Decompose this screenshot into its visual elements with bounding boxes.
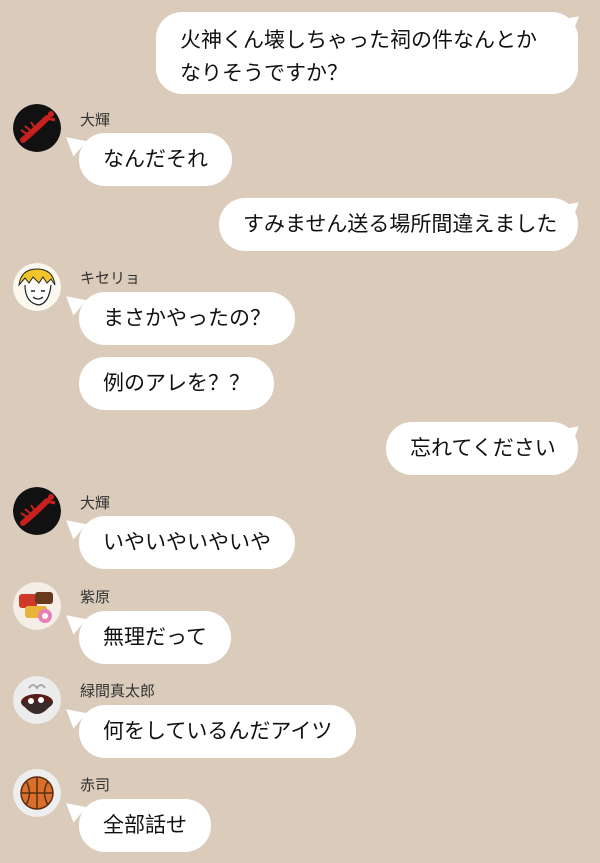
message-text: 忘れてください	[410, 436, 556, 460]
soup-bowl-icon	[13, 676, 61, 724]
snacks-avatar[interactable]	[13, 582, 61, 630]
message-text: なんだそれ	[103, 147, 208, 171]
lobster-icon	[13, 487, 61, 535]
sender-name: 紫原	[80, 588, 111, 606]
received-message-bubble[interactable]: 例のアレを？？	[79, 357, 274, 410]
lobster-avatar[interactable]	[13, 487, 61, 535]
sender-name: 大輝	[80, 111, 111, 129]
received-message-bubble[interactable]: いやいやいやいや	[79, 516, 295, 569]
message-text: 無理だって	[103, 625, 207, 649]
message-text: いやいやいやいや	[103, 530, 271, 554]
blond-person-avatar[interactable]	[13, 263, 61, 311]
basketball-icon	[13, 769, 61, 817]
sent-message-bubble[interactable]: すみません送る場所間違えました	[219, 198, 578, 251]
lobster-icon	[13, 104, 61, 152]
snacks-icon	[13, 582, 61, 630]
received-message-bubble[interactable]: 全部話せ	[79, 799, 211, 852]
lobster-avatar[interactable]	[13, 104, 61, 152]
message-text: 何をしているんだアイツ	[103, 719, 333, 743]
red-bean-soup-avatar[interactable]	[13, 676, 61, 724]
received-message-bubble[interactable]: 無理だって	[79, 611, 231, 664]
sender-name: 赤司	[80, 776, 111, 794]
sender-name: 緑間真太郎	[80, 682, 156, 700]
sender-name: キセリョ	[80, 269, 141, 287]
person-icon	[13, 263, 61, 311]
message-text: 例のアレを？？	[103, 371, 250, 395]
message-text: 全部話せ	[103, 813, 187, 837]
message-text: まさかやったの？	[103, 306, 271, 330]
received-message-bubble[interactable]: 何をしているんだアイツ	[79, 705, 357, 758]
sender-name: 大輝	[80, 494, 111, 512]
message-text: 火神くん壊しちゃった祠の件なんとかなりそうですか？	[180, 28, 537, 85]
received-message-bubble[interactable]: なんだそれ	[79, 133, 232, 186]
basketball-avatar[interactable]	[13, 769, 61, 817]
message-text: すみません送る場所間違えました	[243, 212, 558, 236]
sent-message-bubble[interactable]: 火神くん壊しちゃった祠の件なんとかなりそうですか？	[156, 12, 578, 94]
sent-message-bubble[interactable]: 忘れてください	[386, 422, 578, 475]
received-message-bubble[interactable]: まさかやったの？	[79, 292, 295, 345]
